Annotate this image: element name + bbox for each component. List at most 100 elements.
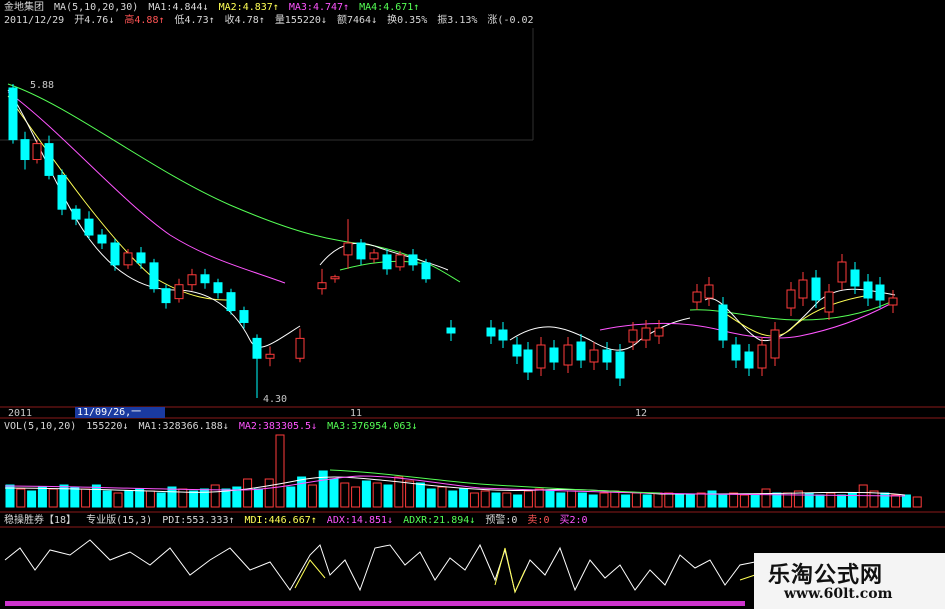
volume-bar: [102, 490, 112, 508]
adx-line-2: [739, 574, 756, 581]
ma10-line: [7, 95, 231, 301]
volume-bar: [275, 434, 285, 508]
volume-bar: [621, 494, 631, 508]
candle-up: [770, 329, 780, 359]
volume-bar: [372, 482, 382, 508]
candle-up: [369, 252, 379, 260]
volume-bar: [502, 492, 512, 508]
volume-bar: [610, 490, 620, 508]
volume-bar: [156, 492, 166, 508]
volume-bar: [642, 494, 652, 508]
sell-value: 卖:0: [527, 515, 550, 526]
volume-bar: [523, 490, 533, 508]
warn-value: 预警:0: [485, 515, 518, 526]
candle-up: [824, 291, 834, 313]
vol-ma1: MA1:328366.188↓: [138, 421, 229, 432]
candle-up: [837, 261, 847, 283]
volume-bar: [340, 482, 350, 508]
volume-bar: [145, 490, 155, 508]
candle-down: [382, 254, 392, 270]
watermark-title: 乐淘公式网: [768, 563, 884, 588]
vol-params: VOL(5,10,20): [4, 421, 77, 432]
volume-bar: [675, 494, 685, 508]
volume-bar: [901, 494, 911, 508]
indicator-version: 专业版(15,3): [86, 515, 153, 526]
candle-up: [187, 274, 197, 286]
volume-bar: [27, 490, 37, 508]
candle-up: [704, 284, 714, 299]
ma20-line: [7, 91, 286, 284]
volume-bar: [189, 490, 199, 508]
candle-down: [252, 337, 262, 359]
candle-down: [8, 87, 18, 141]
volume-bar: [577, 492, 587, 508]
candle-down: [20, 139, 30, 161]
candle-down: [498, 329, 508, 341]
volume-bar: [880, 492, 890, 508]
volume-bar: [16, 488, 26, 508]
volume-bar: [253, 488, 263, 508]
mdi-value: MDI:446.667↑: [244, 515, 317, 526]
indicator-name: 稳操胜券【18】: [4, 515, 77, 526]
volume-bar: [286, 486, 296, 508]
volume-bar: [329, 478, 339, 508]
volume-bar: [70, 486, 80, 508]
candle-down: [149, 262, 159, 290]
candle-down: [446, 327, 456, 334]
low-price-label: 4.30: [263, 394, 288, 405]
candle-down: [84, 218, 94, 236]
candles: [8, 84, 898, 398]
volume-bar: [815, 494, 825, 508]
volume-bar: [588, 494, 598, 508]
volume-bar: [351, 486, 361, 508]
candle-down: [71, 208, 81, 220]
candle-down: [731, 344, 741, 361]
candle-up: [589, 349, 599, 363]
candle-down: [811, 277, 821, 301]
volume-bar: [297, 476, 307, 508]
candle-up: [786, 289, 796, 309]
volume-bar: [221, 488, 231, 508]
candle-up: [330, 276, 340, 280]
candle-down: [57, 174, 67, 210]
candle-down: [549, 347, 559, 363]
volume-bar: [113, 492, 123, 508]
volume-bar: [837, 494, 847, 508]
adxr-value: ADXR:21.894↓: [403, 515, 476, 526]
candle-down: [576, 341, 586, 361]
volume-bar: [415, 482, 425, 508]
vol-ma3: MA3:376954.063↓: [327, 421, 418, 432]
volume-bars: [5, 434, 922, 508]
candle-down: [226, 292, 236, 312]
pdi-value: PDI:553.333↑: [162, 515, 235, 526]
candle-up: [692, 291, 702, 303]
candle-down: [421, 262, 431, 280]
volume-bar: [405, 480, 415, 508]
volume-bar: [891, 494, 901, 508]
volume-bar: [437, 486, 447, 508]
candle-up: [395, 254, 405, 268]
volume-bar: [513, 494, 523, 508]
volume-bar: [534, 488, 544, 508]
candle-down: [615, 351, 625, 379]
candle-up: [563, 344, 573, 366]
candle-up: [798, 279, 808, 299]
volume-bar: [426, 488, 436, 508]
candle-down: [356, 242, 366, 260]
adx-value: ADX:14.851↓: [326, 515, 394, 526]
month-11-label: 11: [350, 408, 363, 419]
candle-down: [718, 304, 728, 341]
candle-down: [97, 234, 107, 244]
candle-up: [628, 329, 638, 343]
volume-bar: [243, 478, 253, 508]
volume-bar: [167, 486, 177, 508]
candle-up: [536, 344, 546, 369]
volume-bar: [739, 494, 749, 508]
volume-bar: [718, 494, 728, 508]
watermark-box: 乐淘公式网 www.60lt.com: [754, 553, 945, 609]
candle-up: [757, 344, 767, 369]
watermark-url: www.60lt.com: [784, 586, 893, 602]
volume-bar: [707, 490, 717, 508]
volume-bar: [912, 496, 922, 508]
vol-ma2: MA2:383305.5↓: [238, 421, 318, 432]
